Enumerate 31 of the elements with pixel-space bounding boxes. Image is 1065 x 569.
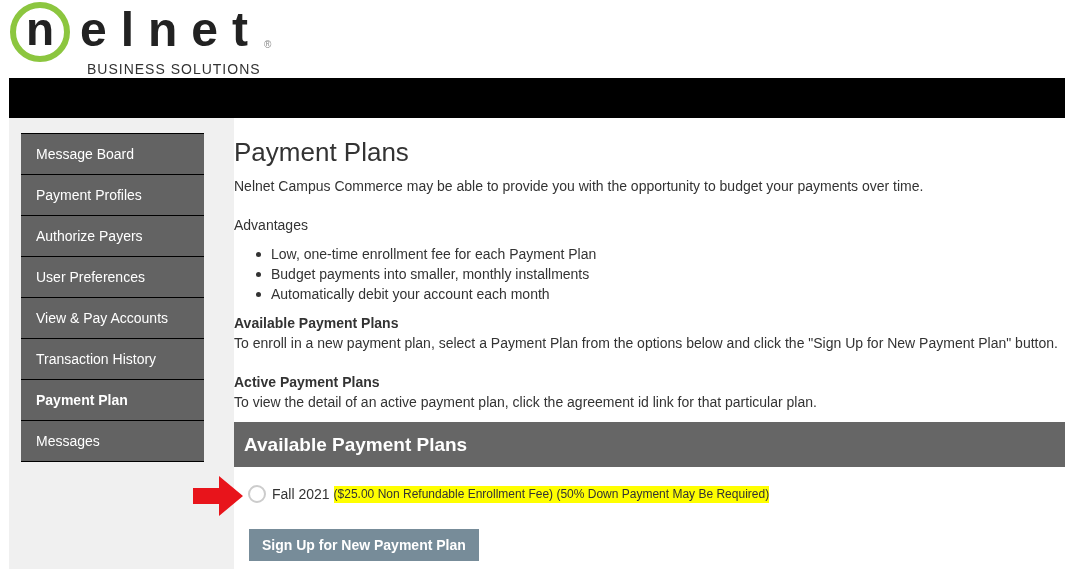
- sidebar-item[interactable]: User Preferences: [21, 257, 204, 298]
- registered-mark: ®: [264, 38, 272, 52]
- bullet-icon: [256, 252, 261, 257]
- sidebar-item[interactable]: Payment Plan: [21, 380, 204, 421]
- section-heading: Active Payment Plans: [234, 374, 381, 391]
- advantages-heading: Advantages: [234, 217, 309, 234]
- advantage-text: Low, one-time enrollment fee for each Payment Plan: [271, 246, 597, 263]
- sidebar-item[interactable]: Authorize Payers: [21, 216, 204, 257]
- advantage-text: Budget payments into smaller, monthly installments: [271, 266, 590, 283]
- sidebar-item[interactable]: Message Board: [21, 134, 204, 175]
- section-text: To view the detail of an active payment plan, click the agreement id link for that particular plan.: [234, 394, 818, 411]
- section-text: To enroll in a new payment plan, select a Payment Plan from the options below and click the "Sign Up for New Payment Plan" button.: [234, 335, 1059, 352]
- sidebar-item[interactable]: View & Pay Accounts: [21, 298, 204, 339]
- plan-name: Fall 2021: [272, 485, 330, 503]
- bullet-icon: [256, 292, 261, 297]
- page-title: Payment Plans: [234, 136, 410, 168]
- sidebar-item[interactable]: Messages: [21, 421, 204, 462]
- panel-header: Available Payment Plans: [234, 422, 1065, 467]
- sidebar-item[interactable]: Payment Profiles: [21, 175, 204, 216]
- arrow-icon: [193, 476, 243, 516]
- radio-button[interactable]: [248, 485, 266, 503]
- logo-tagline: BUSINESS SOLUTIONS: [87, 62, 262, 76]
- sidebar-item[interactable]: Transaction History: [21, 339, 204, 380]
- intro-text: Nelnet Campus Commerce may be able to provide you with the opportunity to budget your payments over time.: [234, 178, 925, 195]
- bullet-icon: [256, 272, 261, 277]
- logo-circle-letter: n: [10, 2, 70, 62]
- advantage-text: Automatically debit your account each month: [271, 286, 550, 303]
- logo-wordmark: elnet: [80, 6, 263, 54]
- plan-details: ($25.00 Non Refundable Enrollment Fee) (50% Down Payment May Be Required): [333, 485, 770, 503]
- section-heading: Available Payment Plans: [234, 315, 400, 332]
- sign-up-button[interactable]: Sign Up for New Payment Plan: [249, 529, 479, 561]
